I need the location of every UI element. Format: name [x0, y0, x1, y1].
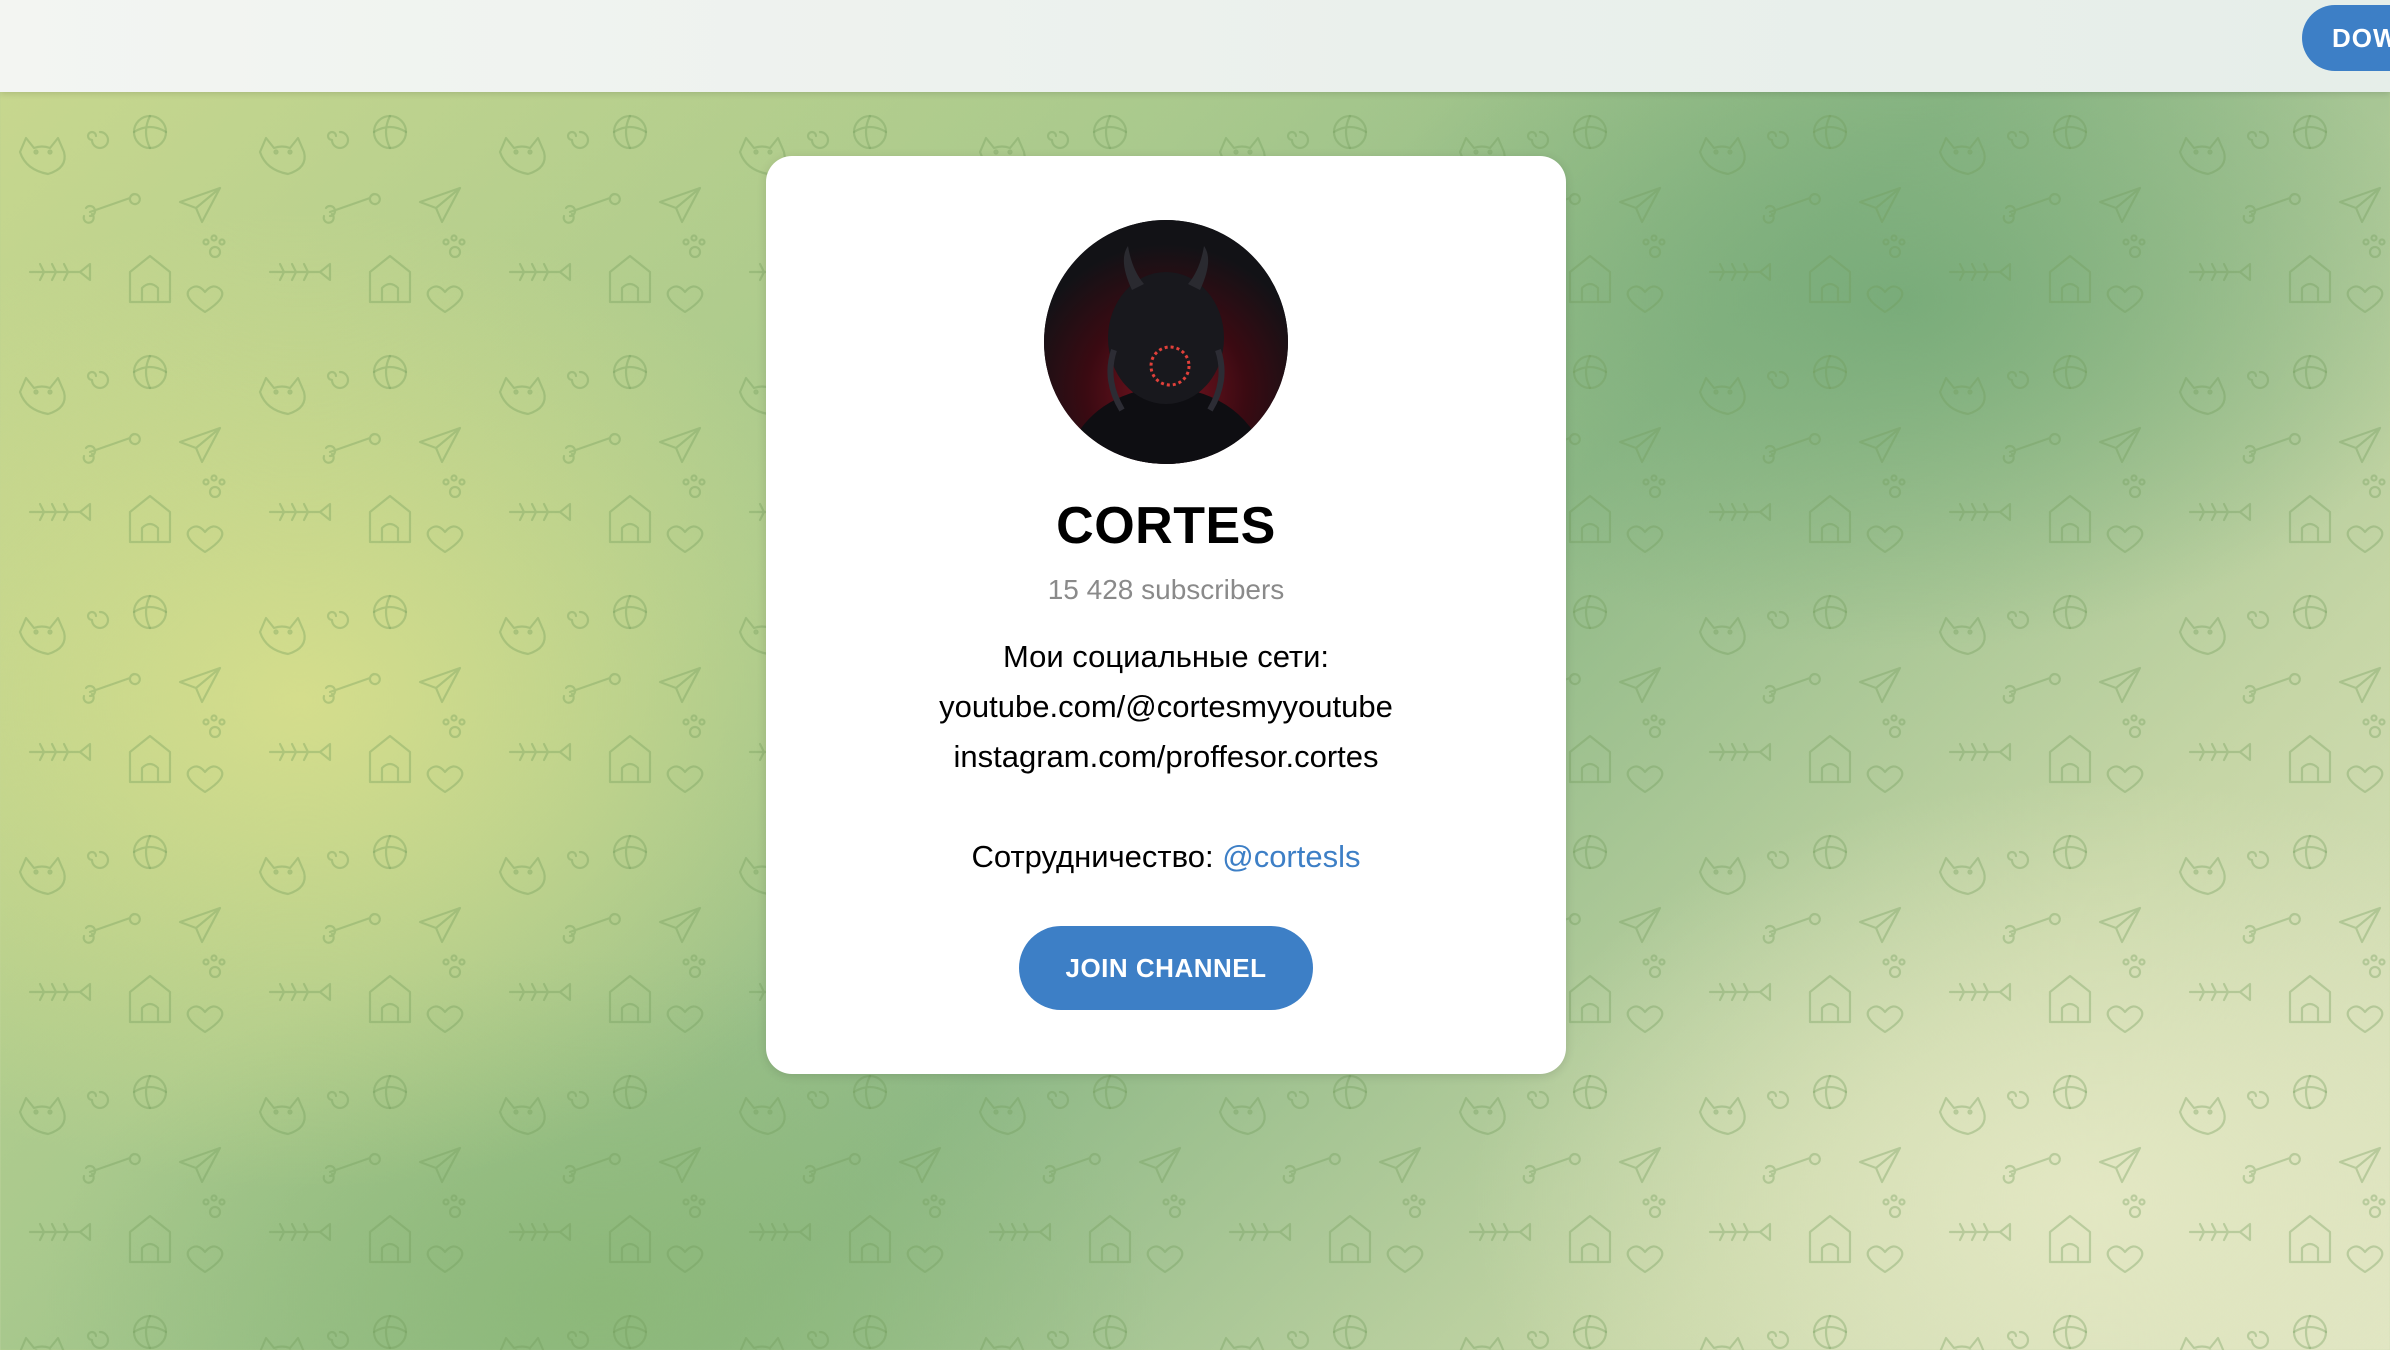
channel-description: Мои социальные сети: youtube.com/@cortes… [766, 632, 1566, 882]
description-line: instagram.com/proffesor.cortes [953, 739, 1379, 774]
masked-figure-avatar-icon [1044, 220, 1288, 464]
subscriber-count: 15 428 subscribers [1047, 574, 1285, 605]
channel-avatar [1044, 220, 1288, 464]
cooperation-line: Сотрудничество: @cortesls [766, 832, 1566, 882]
description-spacer [766, 782, 1566, 832]
join-channel-button[interactable]: JOIN CHANNEL [1019, 926, 1313, 1010]
cooperation-link[interactable]: @cortesls [1222, 839, 1360, 874]
cooperation-label: Сотрудничество: [971, 839, 1223, 874]
description-line: Мои социальные сети: [1002, 639, 1330, 674]
channel-title: CORTES [1056, 497, 1276, 555]
download-button[interactable]: DOW [2302, 5, 2390, 71]
channel-card: CORTES 15 428 subscribers Мои социальные… [766, 156, 1566, 1074]
top-bar: DOW [0, 0, 2390, 92]
description-line: youtube.com/@cortesmyyoutube [939, 689, 1393, 724]
